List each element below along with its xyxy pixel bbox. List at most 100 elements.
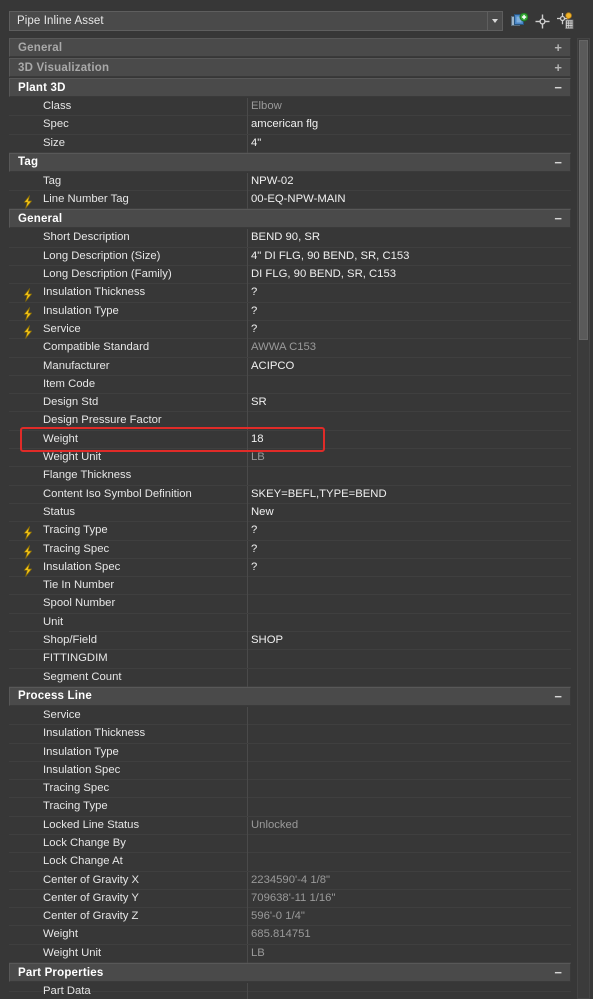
property-value[interactable]: LB <box>251 449 265 466</box>
property-value[interactable]: AWWA C153 <box>251 339 316 356</box>
property-row[interactable]: Weight Unit LB <box>9 944 571 964</box>
chevron-down-icon[interactable] <box>487 12 502 30</box>
property-value[interactable]: ? <box>251 522 257 539</box>
property-row[interactable]: Weight 685.814751 <box>9 926 571 945</box>
quick-select-add-icon[interactable] <box>508 11 530 31</box>
property-row[interactable]: Segment Count <box>9 668 571 687</box>
property-value[interactable]: ACIPCO <box>251 358 294 375</box>
section-header[interactable]: Plant 3D − <box>9 78 571 97</box>
property-row[interactable]: Design Pressure Factor <box>9 412 571 431</box>
property-value[interactable]: SKEY=BEFL,TYPE=BEND <box>251 486 387 503</box>
scrollbar-thumb[interactable] <box>579 40 588 340</box>
property-value[interactable]: 00-EQ-NPW-MAIN <box>251 191 346 208</box>
property-row[interactable]: Unit <box>9 613 571 633</box>
property-row[interactable]: Insulation Thickness <box>9 725 571 744</box>
property-value[interactable]: 685.814751 <box>251 926 311 943</box>
property-value[interactable]: ? <box>251 284 257 301</box>
property-value[interactable]: 4" DI FLG, 90 BEND, SR, C153 <box>251 248 409 265</box>
property-row[interactable]: Tag NPW-02 <box>9 172 571 192</box>
property-value[interactable]: 2234590'-4 1/8" <box>251 872 330 889</box>
property-value[interactable]: 4" <box>251 135 261 152</box>
section-toggle-icon[interactable]: + <box>554 39 562 58</box>
property-value[interactable]: amcerican flg <box>251 116 318 133</box>
property-row[interactable]: Tracing Spec? <box>9 540 571 559</box>
property-value[interactable]: BEND 90, SR <box>251 229 320 246</box>
section-toggle-icon[interactable]: − <box>554 964 562 983</box>
property-value[interactable]: SHOP <box>251 632 283 649</box>
property-row[interactable]: Lock Change By <box>9 834 571 854</box>
property-row[interactable]: Design Std SR <box>9 394 571 413</box>
section-header[interactable]: Tag − <box>9 152 571 173</box>
property-value[interactable]: DI FLG, 90 BEND, SR, C153 <box>251 266 396 283</box>
property-row[interactable]: Compatible Standard AWWA C153 <box>9 339 571 358</box>
section-toggle-icon[interactable]: − <box>554 154 562 173</box>
property-row[interactable]: Long Description (Family) DI FLG, 90 BEND… <box>9 266 571 285</box>
property-value[interactable]: SR <box>251 394 267 411</box>
property-value[interactable]: NPW-02 <box>251 173 293 190</box>
property-row[interactable]: Service <box>9 706 571 726</box>
property-row[interactable]: Insulation Thickness? <box>9 284 571 303</box>
section-header[interactable]: Process Line − <box>9 686 571 707</box>
property-list[interactable]: General +3D Visualization + Plant 3D − Class E… <box>9 38 571 999</box>
property-row[interactable]: Size 4" <box>9 134 571 153</box>
property-name: Service <box>43 322 81 335</box>
property-value[interactable]: 596'-0 1/4" <box>251 908 305 925</box>
property-row[interactable]: Spec amcerican flg <box>9 116 571 135</box>
property-row[interactable]: Center of Gravity Z 596'-0 1/4" <box>9 908 571 927</box>
property-value[interactable]: ? <box>251 541 257 558</box>
property-value[interactable]: New <box>251 504 274 521</box>
section-toggle-icon[interactable]: + <box>554 59 562 78</box>
property-value[interactable]: ? <box>251 303 257 320</box>
property-row[interactable]: Weight Unit LB <box>9 449 571 468</box>
property-value[interactable]: Elbow <box>251 98 282 115</box>
property-row[interactable]: Item Code <box>9 375 571 395</box>
property-value[interactable]: 18 <box>251 431 264 448</box>
property-row[interactable]: Content Iso Symbol Definition SKEY=BEFL,T… <box>9 485 571 504</box>
property-row[interactable]: Short Description BEND 90, SR <box>9 229 571 248</box>
property-row[interactable]: FITTINGDIM <box>9 650 571 669</box>
column-divider <box>247 577 248 596</box>
property-value[interactable]: 709638'-11 1/16" <box>251 890 335 907</box>
property-row[interactable]: Insulation Spec? <box>9 558 571 578</box>
section-toggle-icon[interactable]: − <box>554 688 562 707</box>
section-header[interactable]: 3D Visualization + <box>9 58 571 77</box>
property-row[interactable]: Tracing Type <box>9 798 571 817</box>
section-header[interactable]: Part Properties − <box>9 963 571 983</box>
property-row[interactable]: Weight 18 <box>9 430 571 450</box>
section-toggle-icon[interactable]: − <box>554 79 562 98</box>
property-row[interactable]: Part Data <box>9 983 571 999</box>
property-row[interactable]: Status New <box>9 503 571 523</box>
property-row[interactable]: Center of Gravity Y 709638'-11 1/16" <box>9 889 571 909</box>
property-name: Design Pressure Factor <box>43 414 162 427</box>
property-row[interactable]: Class Elbow <box>9 98 571 117</box>
property-value[interactable]: ? <box>251 559 257 576</box>
property-row[interactable]: Locked Line Status Unlocked <box>9 816 571 835</box>
property-row[interactable]: Tracing Type? <box>9 522 571 541</box>
section-toggle-icon[interactable]: − <box>554 210 562 229</box>
property-row[interactable]: Spool Number <box>9 595 571 614</box>
property-row[interactable]: Tie In Number <box>9 577 571 596</box>
property-row[interactable]: Flange Thickness <box>9 467 571 486</box>
property-row[interactable]: Long Description (Size) 4" DI FLG, 90 BEN… <box>9 247 571 267</box>
property-row[interactable]: Line Number Tag 00-EQ-NPW-MAIN <box>9 191 571 210</box>
property-value[interactable]: LB <box>251 945 265 962</box>
property-row[interactable]: Center of Gravity X 2234590'-4 1/8" <box>9 871 571 890</box>
property-value[interactable]: Unlocked <box>251 817 298 834</box>
property-row[interactable]: Tracing Spec <box>9 780 571 799</box>
property-value[interactable]: ? <box>251 321 257 338</box>
property-row[interactable]: Insulation Type <box>9 743 571 762</box>
property-row[interactable]: Service? <box>9 320 571 340</box>
column-divider <box>247 302 248 321</box>
property-row[interactable]: Insulation Type? <box>9 302 571 321</box>
section-header[interactable]: General + <box>9 38 571 57</box>
property-row[interactable]: Shop/Field SHOP <box>9 632 571 651</box>
column-divider <box>247 449 248 468</box>
quick-select-filter-icon[interactable] <box>554 11 576 31</box>
property-row[interactable]: Manufacturer ACIPCO <box>9 357 571 376</box>
property-row[interactable]: Insulation Spec <box>9 761 571 781</box>
vertical-scrollbar[interactable] <box>577 38 590 999</box>
pick-points-crosshair-icon[interactable] <box>531 11 553 31</box>
section-header[interactable]: General − <box>9 209 571 229</box>
property-row[interactable]: Lock Change At <box>9 853 571 872</box>
object-type-selector[interactable]: Pipe Inline Asset <box>9 11 503 31</box>
